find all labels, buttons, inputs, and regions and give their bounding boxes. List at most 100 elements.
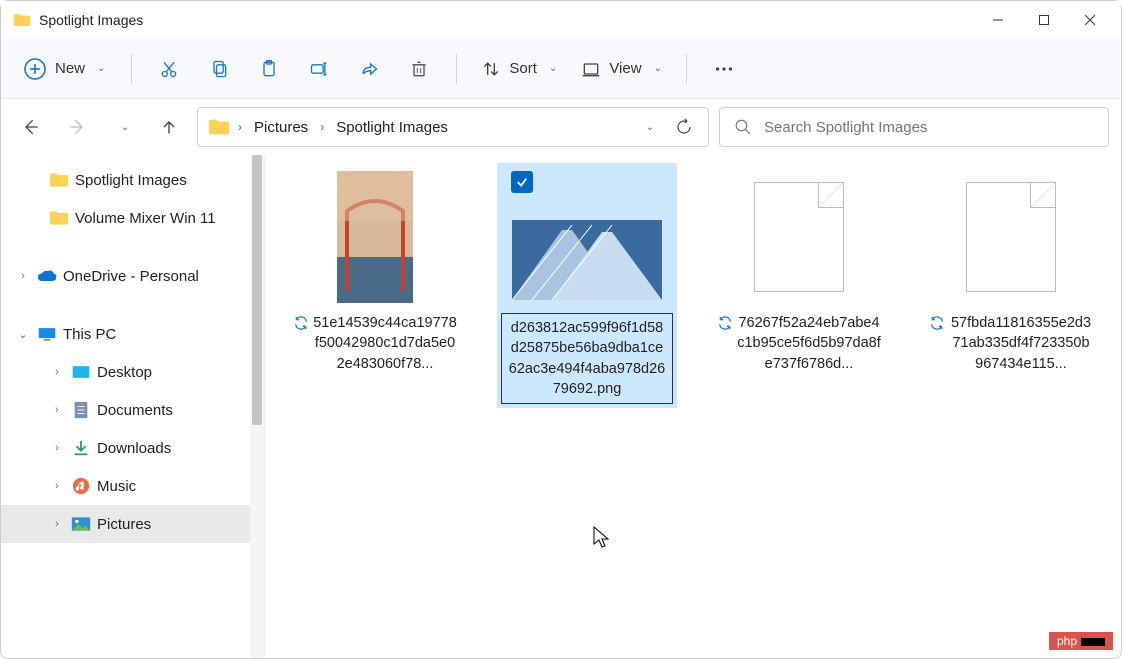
separator [456,54,457,84]
file-thumbnail [719,167,879,307]
sort-icon [481,59,501,79]
refresh-button[interactable] [670,113,698,141]
file-name: 57fbda11816355e2d371ab335df4f723350b9674… [925,313,1097,374]
file-tile[interactable]: 57fbda11816355e2d371ab335df4f723350b9674… [921,163,1101,378]
sidebar-item-label: Downloads [97,440,171,457]
scissors-icon [159,59,179,79]
file-name: 76267f52a24eb7abe4c1b95ce5f6d5b97da8fe73… [713,313,885,374]
file-name-text: 51e14539c44ca19778f50042980c1d7da5e02e48… [313,313,457,374]
address-bar[interactable]: › Pictures › Spotlight Images ⌄ [197,107,709,147]
scrollbar-thumb[interactable] [252,155,262,425]
file-tile[interactable]: 76267f52a24eb7abe4c1b95ce5f6d5b97da8fe73… [709,163,889,378]
sort-button[interactable]: Sort ⌄ [473,53,565,85]
close-button[interactable] [1067,4,1113,36]
sync-icon [717,315,733,331]
chevron-down-icon: ⌄ [654,63,662,74]
blank-file-icon [966,182,1056,292]
sidebar-item-documents[interactable]: › Documents [1,391,264,429]
toolbar: New ⌄ Sort ⌄ View ⌄ [1,39,1121,99]
cut-button[interactable] [148,50,190,88]
sidebar-item-desktop[interactable]: › Desktop [1,353,264,391]
chevron-right-icon[interactable]: › [15,270,31,282]
separator [131,54,132,84]
up-button[interactable] [151,109,187,145]
search-icon [734,118,752,136]
chevron-down-icon: ⌄ [646,122,654,133]
separator [686,54,687,84]
delete-button[interactable] [398,50,440,88]
chevron-down-icon: ⌄ [121,122,129,133]
sidebar-item-pictures[interactable]: › Pictures [1,505,264,543]
file-tile[interactable]: d263812ac599f96f1d58d25875be56ba9dba1ce6… [497,163,677,408]
chevron-right-icon: › [320,120,324,134]
main-split: Spotlight Images Volume Mixer Win 11 › O… [1,155,1121,658]
file-tile[interactable]: 51e14539c44ca19778f50042980c1d7da5e02e48… [285,163,465,378]
desktop-icon [71,364,91,380]
search-input[interactable] [764,119,1094,136]
documents-icon [71,402,91,418]
rename-icon [309,59,329,79]
trash-icon [409,59,429,79]
new-label: New [55,60,85,77]
monitor-icon [37,326,57,342]
downloads-icon [71,440,91,456]
file-thumbnail [507,167,667,307]
navrow: ⌄ › Pictures › Spotlight Images ⌄ [1,99,1121,155]
titlebar: Spotlight Images [1,1,1121,39]
watermark: php [1049,632,1113,650]
sync-icon [293,315,309,331]
paste-button[interactable] [248,50,290,88]
more-button[interactable] [703,50,745,88]
folder-icon [49,172,69,188]
file-name: 51e14539c44ca19778f50042980c1d7da5e02e48… [289,313,461,374]
music-icon [71,478,91,494]
file-name-text: 76267f52a24eb7abe4c1b95ce5f6d5b97da8fe73… [737,313,881,374]
sidebar-item-onedrive[interactable]: › OneDrive - Personal [1,257,264,295]
sidebar-scrollbar[interactable] [250,155,264,658]
view-button[interactable]: View ⌄ [573,53,670,85]
file-thumbnail [295,167,455,307]
file-name-text: d263812ac599f96f1d58d25875be56ba9dba1ce6… [508,318,666,399]
onedrive-icon [37,268,57,284]
pictures-icon [71,516,91,532]
new-button[interactable]: New ⌄ [13,51,115,87]
view-label: View [609,60,641,77]
sidebar-item-label: Volume Mixer Win 11 [75,210,216,227]
window-title: Spotlight Images [39,12,975,28]
chevron-right-icon[interactable]: › [49,480,65,492]
file-name-text: 57fbda11816355e2d371ab335df4f723350b9674… [949,313,1093,374]
sidebar-item-volume-mixer[interactable]: Volume Mixer Win 11 [1,199,264,237]
refresh-icon [675,118,693,136]
back-button[interactable] [13,109,49,145]
chevron-right-icon[interactable]: › [49,442,65,454]
copy-button[interactable] [198,50,240,88]
sidebar-item-label: This PC [63,326,116,343]
breadcrumb-current[interactable]: Spotlight Images [332,119,452,136]
selected-checkmark [511,171,533,193]
minimize-button[interactable] [975,4,1021,36]
breadcrumb-root[interactable]: Pictures [250,119,312,136]
sidebar-item-spotlight-images[interactable]: Spotlight Images [1,161,264,199]
sidebar-item-label: OneDrive - Personal [63,268,199,285]
sidebar-item-downloads[interactable]: › Downloads [1,429,264,467]
sidebar-item-this-pc[interactable]: ⌄ This PC [1,315,264,353]
blank-file-icon [754,182,844,292]
dropdown-button[interactable]: ⌄ [634,113,662,141]
chevron-down-icon[interactable]: ⌄ [15,328,31,341]
sidebar-item-label: Spotlight Images [75,172,187,189]
file-grid: 51e14539c44ca19778f50042980c1d7da5e02e48… [265,155,1121,658]
chevron-right-icon[interactable]: › [49,518,65,530]
chevron-right-icon[interactable]: › [49,404,65,416]
maximize-button[interactable] [1021,4,1067,36]
share-button[interactable] [348,50,390,88]
chevron-right-icon[interactable]: › [49,366,65,378]
file-name-editing[interactable]: d263812ac599f96f1d58d25875be56ba9dba1ce6… [501,313,673,404]
chevron-down-icon: ⌄ [549,63,557,74]
sidebar-item-music[interactable]: › Music [1,467,264,505]
search-box[interactable] [719,107,1109,147]
recent-locations-button[interactable]: ⌄ [105,109,141,145]
rename-button[interactable] [298,50,340,88]
sync-icon [929,315,945,331]
paste-icon [259,59,279,79]
forward-button[interactable] [59,109,95,145]
